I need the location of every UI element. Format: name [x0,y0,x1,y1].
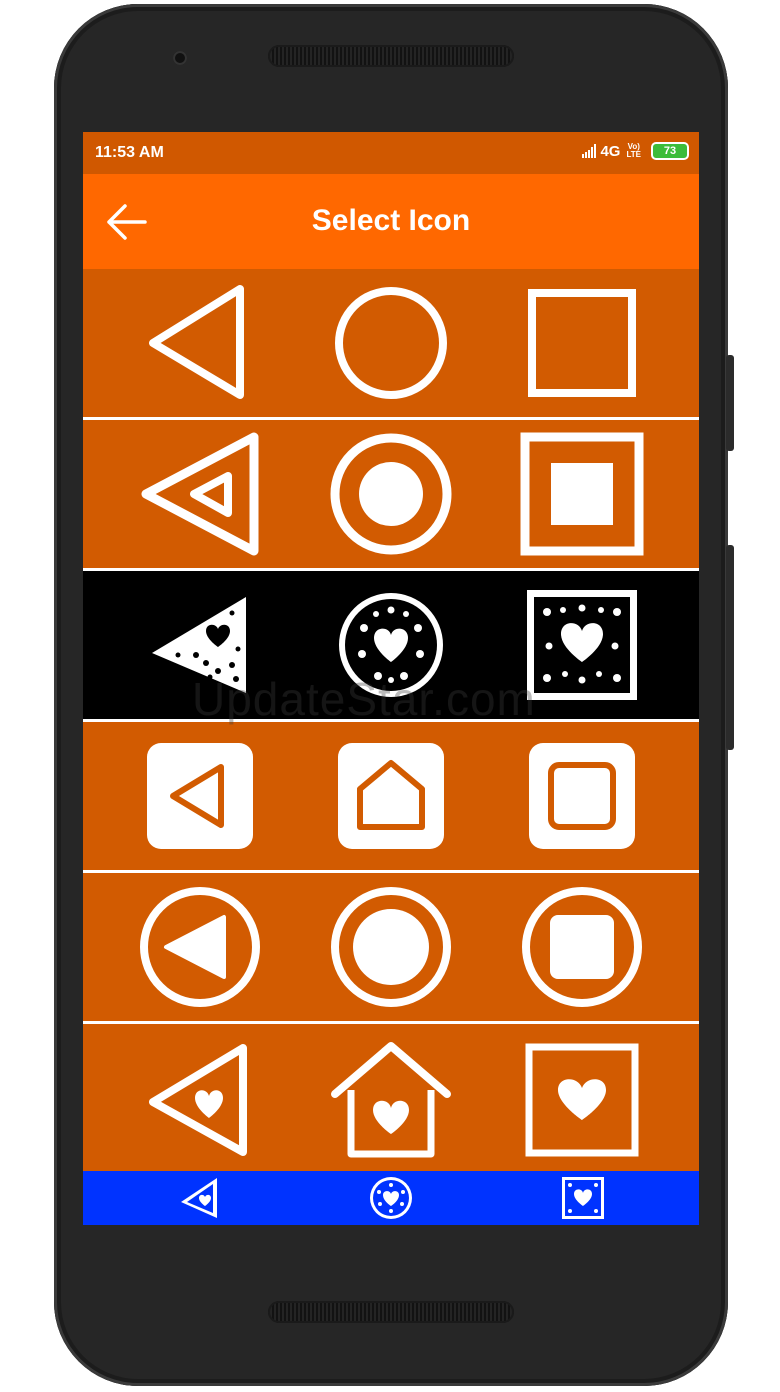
circle-ring-circle-icon[interactable] [326,882,456,1012]
circle-outline-icon[interactable] [326,278,456,408]
volume-button [726,545,734,750]
triangle-outline-icon[interactable] [135,278,265,408]
square-frame-filled-icon[interactable] [517,429,647,559]
circle-hearts-icon[interactable] [326,580,456,710]
triangle-hearts-icon[interactable] [174,1174,224,1222]
volte-bottom: LTE [626,150,641,159]
house-heart-icon[interactable] [326,1035,456,1165]
bottom-speaker [268,1301,514,1323]
screen: 11:53 AM 4G Vo) LTE 73 Select Icon [83,132,699,1225]
circle-ring-square-icon[interactable] [517,882,647,1012]
status-time: 11:53 AM [95,144,164,161]
icon-row [83,1024,699,1175]
triangle-double-outline-icon[interactable] [135,429,265,559]
rounded-square-square-icon[interactable] [517,731,647,861]
icon-grid [83,269,699,1175]
square-hearts-icon[interactable] [517,580,647,710]
icon-row [83,722,699,873]
page-title: Select Icon [311,204,471,237]
status-indicators: 4G Vo) LTE 73 [582,142,689,160]
square-outline-icon[interactable] [517,278,647,408]
icon-row [83,269,699,420]
circle-ring-triangle-icon[interactable] [135,882,265,1012]
icon-row [83,420,699,571]
signal-icon [582,144,597,158]
front-camera [173,51,187,65]
network-type: 4G [600,142,621,160]
selected-icons-bar [83,1171,699,1225]
power-button [726,355,734,451]
square-heart-icon[interactable] [517,1035,647,1165]
triangle-hearts-icon[interactable] [135,580,265,710]
circle-hearts-icon[interactable] [366,1174,416,1222]
square-hearts-icon[interactable] [558,1174,608,1222]
rounded-square-triangle-icon[interactable] [135,731,265,861]
app-bar: Select Icon [83,174,699,269]
icon-row [83,873,699,1024]
rounded-square-house-icon[interactable] [326,731,456,861]
battery-icon: 73 [651,142,689,160]
triangle-heart-icon[interactable] [135,1035,265,1165]
status-bar: 11:53 AM 4G Vo) LTE 73 [83,132,699,174]
battery-level: 73 [663,145,677,157]
icon-row-dark [83,571,699,722]
volte-icon: Vo) LTE [626,143,641,159]
circle-ring-dot-icon[interactable] [326,429,456,559]
top-speaker [268,45,514,67]
